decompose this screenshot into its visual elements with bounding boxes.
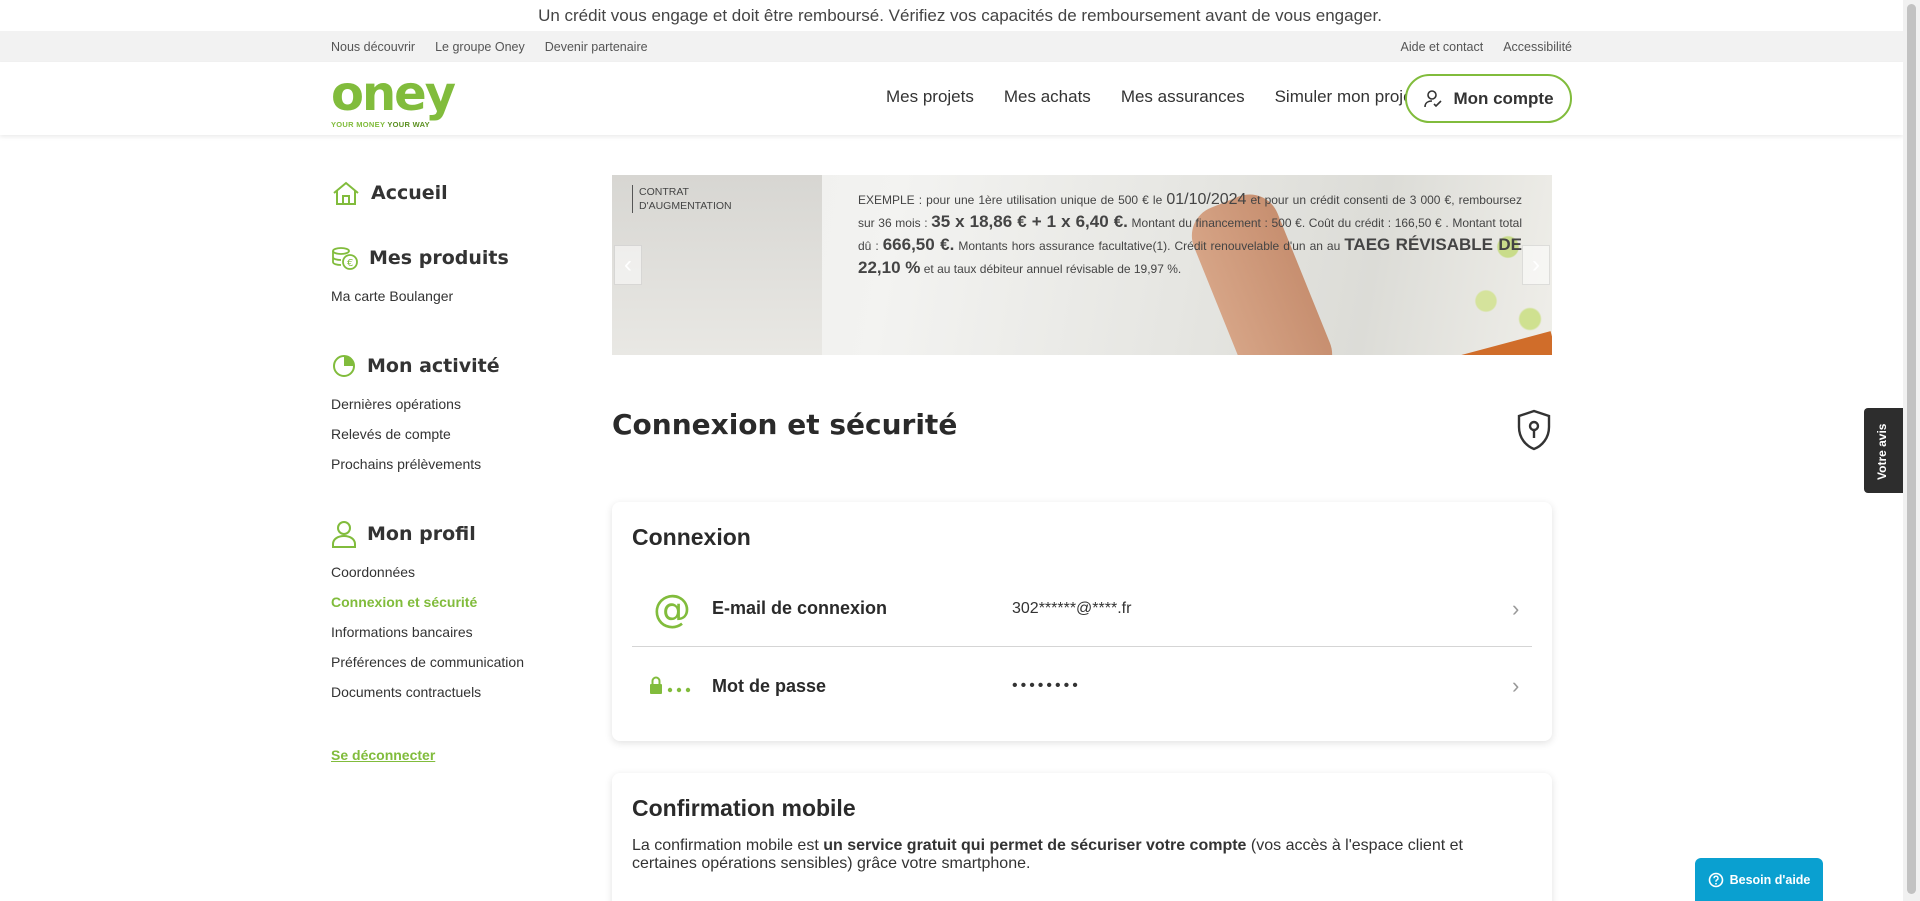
connexion-card: Connexion @ E-mail de connexion 302*****… xyxy=(612,502,1552,741)
top-utility-bar: Nous découvrir Le groupe Oney Devenir pa… xyxy=(0,31,1903,62)
shield-lock-icon xyxy=(1517,409,1551,451)
topbar-link-group[interactable]: Le groupe Oney xyxy=(435,40,525,54)
help-button[interactable]: Besoin d'aide xyxy=(1695,858,1823,901)
banner-contract-label: CONTRAT D'AUGMENTATION xyxy=(632,185,732,213)
email-label: E-mail de connexion xyxy=(712,598,888,618)
sidebar-activity-heading: Mon activité xyxy=(331,351,571,381)
chevron-right-icon: › xyxy=(1512,595,1520,621)
topbar-link-discover[interactable]: Nous découvrir xyxy=(331,40,415,54)
banner-credit-example: EXEMPLE : pour une 1ère utilisation uniq… xyxy=(858,191,1523,277)
home-icon xyxy=(333,181,359,205)
email-value: 302******@****.fr xyxy=(1012,599,1132,617)
mobile-card-title: Confirmation mobile xyxy=(632,795,856,821)
account-button-label: Mon compte xyxy=(1453,88,1554,108)
connexion-card-title: Connexion xyxy=(632,524,751,550)
chevron-right-icon: › xyxy=(1512,673,1520,698)
main-header: oney YOUR MONEY YOUR WAY Mes projets Mes… xyxy=(0,62,1903,135)
sidebar-item-connexion-securite[interactable]: Connexion et sécurité xyxy=(331,587,571,617)
sidebar-item-coordonnees[interactable]: Coordonnées xyxy=(331,557,571,587)
topbar-link-accessibility[interactable]: Accessibilité xyxy=(1503,40,1572,54)
topbar-link-help[interactable]: Aide et contact xyxy=(1401,40,1484,54)
sidebar-item-preferences[interactable]: Préférences de communication xyxy=(331,647,571,677)
password-value: •••••••• xyxy=(1012,677,1081,694)
lock-dots-icon xyxy=(650,676,691,694)
sidebar-item-releves[interactable]: Relevés de compte xyxy=(331,419,571,449)
mobile-card-description: La confirmation mobile est un service gr… xyxy=(632,837,1463,872)
sidebar-item-prelevements[interactable]: Prochains prélèvements xyxy=(331,449,571,479)
question-circle-icon xyxy=(1708,872,1723,887)
page-title: Connexion et sécurité xyxy=(612,408,958,441)
sidebar-home[interactable]: Accueil xyxy=(331,178,571,208)
sidebar-item-infos-bancaires[interactable]: Informations bancaires xyxy=(331,617,571,647)
main-nav: Mes projets Mes achats Mes assurances Si… xyxy=(886,87,1447,107)
sidebar: Accueil € Mes produits Ma carte Boulange… xyxy=(331,178,571,763)
coins-euro-icon: € xyxy=(332,247,358,270)
sidebar-products-heading: € Mes produits xyxy=(331,243,571,273)
password-label: Mot de passe xyxy=(712,675,827,696)
pie-chart-icon xyxy=(333,355,355,377)
page-scrollbar[interactable] xyxy=(1903,0,1920,901)
nav-mes-projets[interactable]: Mes projets xyxy=(886,87,974,107)
user-icon xyxy=(332,521,356,548)
logout-link[interactable]: Se déconnecter xyxy=(331,747,571,763)
sidebar-item-documents[interactable]: Documents contractuels xyxy=(331,677,571,707)
svg-text:€: € xyxy=(347,258,353,269)
nav-mes-assurances[interactable]: Mes assurances xyxy=(1121,87,1245,107)
mobile-confirmation-card: Confirmation mobile La confirmation mobi… xyxy=(612,773,1552,901)
nav-simuler-projet[interactable]: Simuler mon projet xyxy=(1275,87,1418,107)
legal-notice: Un crédit vous engage et doit être rembo… xyxy=(0,0,1920,31)
password-row[interactable]: Mot de passe •••••••• › xyxy=(632,648,1532,724)
banner-prev-button[interactable]: ‹ xyxy=(614,245,642,285)
feedback-tab[interactable]: Votre avis xyxy=(1864,408,1903,493)
oney-logo[interactable]: oney YOUR MONEY YOUR WAY xyxy=(331,70,471,132)
at-sign-icon: @ xyxy=(653,586,691,631)
email-row[interactable]: @ E-mail de connexion 302******@****.fr … xyxy=(632,571,1532,647)
banner-next-button[interactable]: › xyxy=(1522,245,1550,285)
sidebar-item-carte-boulanger[interactable]: Ma carte Boulanger xyxy=(331,281,571,311)
account-button[interactable]: Mon compte xyxy=(1405,74,1572,123)
promo-banner[interactable]: CONTRAT D'AUGMENTATION EXEMPLE : pour un… xyxy=(612,175,1552,355)
sidebar-item-dernieres-operations[interactable]: Dernières opérations xyxy=(331,389,571,419)
topbar-link-partner[interactable]: Devenir partenaire xyxy=(545,40,648,54)
user-check-icon xyxy=(1424,89,1443,107)
sidebar-profile-heading: Mon profil xyxy=(331,519,571,549)
nav-mes-achats[interactable]: Mes achats xyxy=(1004,87,1091,107)
